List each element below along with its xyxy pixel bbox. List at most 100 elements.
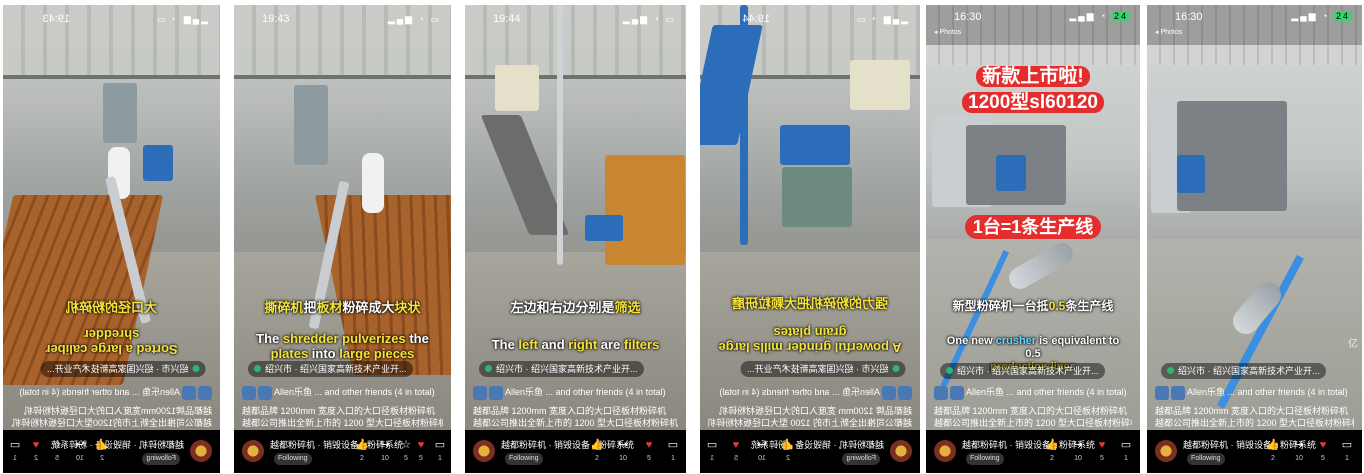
- worker: [362, 153, 384, 213]
- action-share[interactable]: ↪ 10: [754, 439, 770, 465]
- location-tag[interactable]: 绍兴市 · 绍兴国家高新技术产业开...: [248, 361, 413, 377]
- friends-row[interactable]: Allen乐鱼 ... and other friends (4 in tota…: [934, 383, 1132, 401]
- post-description[interactable]: 越都品牌 1200mm 宽度入口的大口径板材粉碎机 越都公司推出全新上市的 12…: [708, 405, 912, 429]
- screenshot-2: 19:43 ▂▄▆ ◔ ▭ 撕碎机把板材粉碎成大块状 The shredder …: [234, 5, 451, 473]
- location-pin-icon: [1167, 367, 1174, 374]
- friends-text: Allen乐鱼 ... and other friends (4 in tota…: [966, 387, 1127, 397]
- account-info[interactable]: 越都粉碎机 · 销毁设备 · 粉碎系统 Following: [51, 439, 184, 465]
- action-count: 10: [1295, 455, 1303, 462]
- location-tag[interactable]: 绍兴市 · 绍兴国家高新技术产业开...: [479, 361, 644, 377]
- action-comment[interactable]: ▭ 1: [665, 439, 681, 465]
- caption-chinese: 左边和右边分别是筛选: [465, 297, 686, 316]
- banner2-text: 1台=1条生产线: [964, 215, 1102, 239]
- action-star[interactable]: ☆ 5: [49, 439, 65, 465]
- caption-cn-part: 新型粉碎机一台抵: [952, 299, 1049, 313]
- action-star[interactable]: ☆ 5: [398, 439, 414, 465]
- action-share[interactable]: ↪ 10: [377, 439, 393, 465]
- heart-icon: ♥: [32, 439, 40, 451]
- follow-button[interactable]: Following: [1187, 453, 1225, 465]
- action-comment[interactable]: ▭ 1: [432, 439, 448, 465]
- follow-button[interactable]: Following: [142, 453, 180, 465]
- friends-row[interactable]: Allen乐鱼 ... and other friends (4 in tota…: [11, 383, 212, 401]
- action-like[interactable]: 👍 2: [94, 439, 110, 465]
- account-info[interactable]: 越都粉碎机 · 销毁设备 · 粉碎系统 Following: [751, 439, 884, 465]
- signal-icons: ▂▄▆ ◔ 24: [1069, 11, 1130, 21]
- action-comment[interactable]: ▭ 1: [704, 439, 720, 465]
- friend-avatar: [882, 385, 896, 400]
- account-avatar[interactable]: [242, 440, 264, 462]
- action-share[interactable]: ↪ 10: [1291, 439, 1307, 465]
- action-heart[interactable]: ♥ 5: [641, 439, 657, 465]
- action-share[interactable]: ↪ 10: [615, 439, 631, 465]
- follow-button[interactable]: Following: [842, 453, 880, 465]
- caption-en-line-1: Sorted a large caliber: [45, 342, 178, 357]
- action-like[interactable]: 👍 2: [354, 439, 370, 465]
- action-comment[interactable]: ▭ 1: [1118, 439, 1134, 465]
- caption-chinese: 强力的粉碎机把大颗粒研磨: [732, 296, 889, 311]
- action-heart[interactable]: ♥ 5: [728, 439, 744, 465]
- action-heart[interactable]: ♥ 5: [1094, 439, 1110, 465]
- steel-column: [740, 5, 748, 245]
- action-count: 2: [1050, 455, 1054, 462]
- action-like[interactable]: 👍 2: [780, 439, 796, 465]
- caption-cn-part: 0.5: [1048, 299, 1066, 313]
- location-pin-icon: [893, 365, 900, 372]
- action-like[interactable]: 👍 2: [589, 439, 605, 465]
- action-heart[interactable]: ♥ 5: [413, 439, 429, 465]
- follow-button[interactable]: Following: [966, 453, 1004, 465]
- account-avatar[interactable]: [890, 440, 912, 462]
- post-description[interactable]: 越都品牌 1200mm 宽度入口的大口径板材粉碎机 越都公司推出全新上市的 12…: [242, 405, 443, 429]
- location-tag[interactable]: 绍兴市 · 绍兴国家高新技术产业开...: [741, 361, 906, 377]
- action-share[interactable]: ↪ 10: [72, 439, 88, 465]
- post-description[interactable]: 越都品牌 1200mm 宽度入口的大口径板材粉碎机 越都公司推出全新上市的 12…: [473, 405, 678, 429]
- follow-button[interactable]: Following: [505, 453, 543, 465]
- action-count: 2: [360, 455, 364, 462]
- action-share[interactable]: ↪ 10: [1070, 439, 1086, 465]
- post-description[interactable]: 越都品牌 1200mm 宽度入口的大口径板材粉碎机 越都公司推出全新上市的 12…: [1155, 405, 1354, 429]
- clock: 19:44: [742, 13, 770, 25]
- location-tag[interactable]: 绍兴市 · 绍兴国家高新技术产业开...: [41, 361, 206, 377]
- location-tag[interactable]: 绍兴市 · 绍兴国家高新技术产业开...: [1161, 363, 1326, 379]
- back-to-photos-link[interactable]: ◂ Photos: [934, 28, 961, 36]
- account-avatar[interactable]: [473, 440, 495, 462]
- caption-en-part: large pieces: [339, 346, 415, 361]
- silo: [495, 65, 539, 111]
- action-like[interactable]: 👍 2: [1265, 439, 1281, 465]
- action-count: 5: [647, 455, 651, 462]
- account-avatar[interactable]: [1155, 440, 1177, 462]
- follow-button[interactable]: Following: [274, 453, 312, 465]
- action-heart[interactable]: ♥ 2: [28, 439, 44, 465]
- action-comment[interactable]: ▭ 1: [7, 439, 23, 465]
- account-avatar[interactable]: [934, 440, 956, 462]
- action-like[interactable]: 👍 2: [1044, 439, 1060, 465]
- post-description[interactable]: 越都品牌1200mm宽度入口的大口径板材粉碎机 越都公司推出全新上市的1200型…: [11, 405, 212, 429]
- desc-line-2: 越都公司推出全新上市的 1200 型大口径板材粉碎机, 专...: [1155, 418, 1354, 428]
- caption-cn-part: 左边和右边分别是: [510, 300, 615, 315]
- action-count: 2: [1271, 455, 1275, 462]
- friends-row[interactable]: Allen乐鱼 ... and other friends (4 in tota…: [242, 383, 443, 401]
- desc-line-1: 越都品牌 1200mm 宽度入口的大口径板材粉碎机: [934, 406, 1128, 416]
- friends-row[interactable]: Allen乐鱼 ... and other friends (4 in tota…: [1155, 383, 1354, 401]
- bottom-bar: 越都粉碎机 · 销毁设备 · 粉碎系统 Following 👍 2 ↪ 10 ♥ 5 ▭…: [465, 431, 686, 473]
- share-icon: ↪: [1073, 439, 1083, 451]
- friends-row[interactable]: Allen乐鱼 ... and other friends (4 in tota…: [473, 383, 678, 401]
- desc-line-2: 越都公司推出全新上市的 1200 型大口径板材粉碎机, 专...: [934, 418, 1132, 428]
- location-tag[interactable]: 绍兴市 · 绍兴国家高新技术产业开...: [940, 363, 1105, 379]
- comment-icon: ▭: [434, 439, 446, 451]
- action-heart[interactable]: ♥ 5: [1315, 439, 1331, 465]
- back-to-photos-link[interactable]: ◂ Photos: [1155, 28, 1182, 36]
- account-avatar[interactable]: [190, 440, 212, 462]
- blue-motor: [585, 215, 623, 241]
- location-text: 绍兴市 · 绍兴国家高新技术产业开...: [957, 366, 1099, 376]
- action-count: 1: [671, 455, 675, 462]
- post-description[interactable]: 越都品牌 1200mm 宽度入口的大口径板材粉碎机 越都公司推出全新上市的 12…: [934, 405, 1132, 429]
- caption-en-part: and: [537, 337, 569, 352]
- action-comment[interactable]: ▭ 1: [1339, 439, 1355, 465]
- caption-chinese: 大口径的粉碎机: [66, 300, 158, 315]
- star-icon: ☆: [401, 439, 411, 451]
- friends-text: Allen乐鱼 ... and other friends (4 in tota…: [719, 387, 880, 397]
- action-count: 1: [13, 455, 17, 462]
- friends-text: Allen乐鱼 ... and other friends (4 in tota…: [19, 387, 180, 397]
- friends-row[interactable]: Allen乐鱼 ... and other friends (4 in tota…: [708, 383, 912, 401]
- share-icon: ↪: [75, 439, 85, 451]
